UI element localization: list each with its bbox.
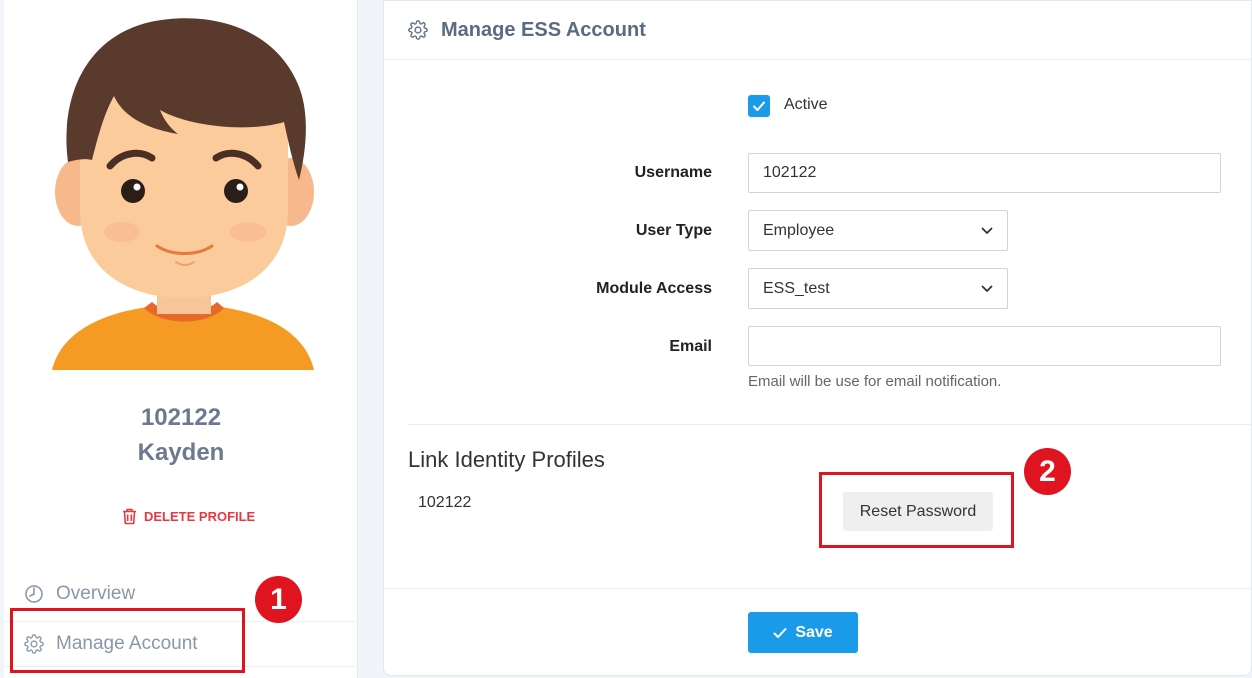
employee-name: Kayden (137, 439, 225, 466)
gear-icon (408, 20, 428, 40)
username-label: Username (634, 164, 712, 181)
module-access-value: ESS_test (763, 279, 830, 297)
save-button[interactable]: Save (748, 612, 858, 653)
employee-id: 102122 (140, 404, 222, 431)
annotation-marker-1: 1 (255, 576, 302, 623)
delete-profile-button[interactable]: DELETE PROFILE (122, 508, 255, 525)
username-input[interactable]: 102122 (748, 153, 1221, 193)
link-identity-profiles-title: Link Identity Profiles (408, 447, 605, 472)
profile-sidebar: 102122 Kayden DELETE PROFILE Overview Ma… (4, 0, 358, 678)
active-checkbox[interactable] (748, 95, 770, 117)
linked-profile-id: 102122 (418, 494, 472, 511)
user-type-select[interactable]: Employee (748, 210, 1008, 251)
annotation-box-2 (819, 472, 1014, 548)
footer-divider (384, 588, 1251, 589)
annotation-marker-2: 2 (1024, 448, 1071, 495)
chevron-down-icon (981, 285, 993, 292)
manage-ess-account-card: Manage ESS Account Active Username 10212… (383, 0, 1252, 676)
chevron-down-icon (981, 227, 993, 234)
user-type-value: Employee (763, 221, 835, 239)
email-input[interactable] (748, 326, 1221, 366)
card-title: Manage ESS Account (441, 18, 646, 41)
card-header: Manage ESS Account (384, 1, 1251, 60)
delete-profile-label: DELETE PROFILE (144, 509, 256, 524)
module-access-select[interactable]: ESS_test (748, 268, 1008, 309)
user-type-label: User Type (635, 222, 712, 239)
email-label: Email (669, 338, 712, 355)
avatar (52, 18, 314, 370)
checkmark-icon (753, 101, 765, 111)
active-checkbox-label: Active (784, 96, 828, 113)
module-access-label: Module Access (596, 280, 712, 297)
save-label: Save (795, 623, 833, 641)
trash-icon (123, 508, 136, 525)
email-help-text: Email will be use for email notification… (748, 373, 1002, 390)
username-value: 102122 (763, 164, 817, 181)
annotation-box-1 (10, 608, 245, 673)
nav-item-overview-label: Overview (56, 583, 136, 604)
checkmark-icon (773, 627, 787, 638)
clock-history-icon (25, 585, 43, 603)
section-divider (408, 424, 1251, 425)
